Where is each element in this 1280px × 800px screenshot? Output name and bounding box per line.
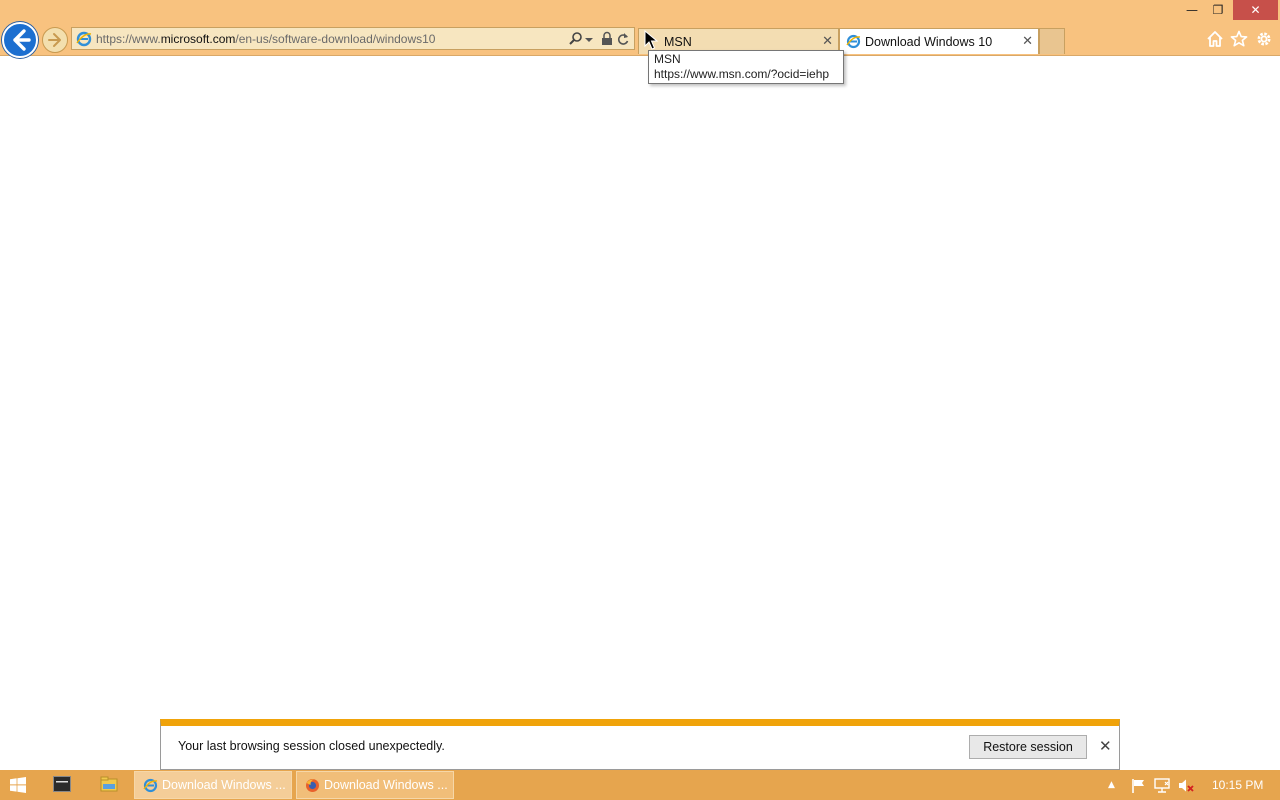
gear-icon[interactable] (1255, 30, 1273, 48)
lock-icon[interactable] (600, 31, 614, 47)
dropdown-icon[interactable] (584, 31, 594, 47)
new-tab-button[interactable] (1039, 28, 1065, 54)
close-window-button[interactable]: ✕ (1233, 0, 1278, 20)
internet-explorer-icon (846, 34, 861, 49)
taskbar-button-internet-explorer[interactable]: Download Windows ... (134, 771, 292, 799)
refresh-icon[interactable] (616, 31, 630, 47)
restore-session-button[interactable]: Restore session (969, 735, 1087, 759)
address-bar[interactable]: https://www.microsoft.com/en-us/software… (71, 27, 635, 50)
tab-label: Download Windows 10 (865, 35, 993, 49)
close-tab-icon[interactable]: ✕ (1022, 34, 1033, 47)
minimize-button[interactable]: — (1181, 0, 1203, 20)
action-center-flag-icon[interactable] (1131, 778, 1147, 793)
notification-message: Your last browsing session closed unexpe… (178, 739, 445, 753)
home-icon[interactable] (1206, 30, 1224, 48)
close-notification-icon[interactable]: ✕ (1099, 739, 1112, 754)
close-tab-icon[interactable]: ✕ (822, 34, 833, 47)
show-hidden-icons-button[interactable]: ▲ (1108, 780, 1115, 790)
star-icon[interactable] (1230, 30, 1248, 48)
volume-muted-icon[interactable] (1178, 778, 1194, 793)
taskbar-button-firefox[interactable]: Download Windows ... (296, 771, 454, 799)
network-icon[interactable] (1154, 778, 1170, 793)
url-scheme: https://www. (96, 32, 161, 46)
internet-explorer-icon (143, 778, 158, 793)
url-host: microsoft.com (160, 32, 236, 46)
start-screen-icon[interactable] (53, 776, 71, 792)
browser-frame: https://www.microsoft.com/en-us/software… (0, 0, 1280, 58)
mouse-cursor-icon (644, 30, 659, 50)
internet-explorer-icon (76, 31, 92, 47)
arrow-left-icon (13, 29, 31, 51)
tab-download-windows-10[interactable]: Download Windows 10 ✕ (839, 28, 1039, 54)
back-button[interactable] (2, 22, 38, 58)
url-text[interactable]: https://www.microsoft.com/en-us/software… (96, 32, 435, 46)
firefox-icon (306, 779, 319, 792)
restore-button[interactable]: ❐ (1207, 0, 1229, 20)
url-path: /en-us/software-download/windows10 (235, 32, 436, 46)
taskbar-button-label: Download Windows ... (324, 778, 448, 792)
page-content (0, 56, 1280, 718)
search-icon[interactable] (568, 31, 584, 47)
taskbar-button-label: Download Windows ... (162, 778, 286, 792)
start-windows-icon[interactable] (10, 777, 26, 793)
forward-button[interactable] (42, 27, 68, 53)
file-explorer-icon[interactable] (100, 776, 118, 792)
taskbar: Download Windows ... Download Windows ..… (0, 770, 1280, 800)
tab-label: MSN (664, 35, 692, 49)
session-restore-notification: Your last browsing session closed unexpe… (160, 719, 1120, 770)
clock-time[interactable]: 10:15 PM (1212, 778, 1263, 792)
arrow-right-icon (48, 33, 61, 47)
